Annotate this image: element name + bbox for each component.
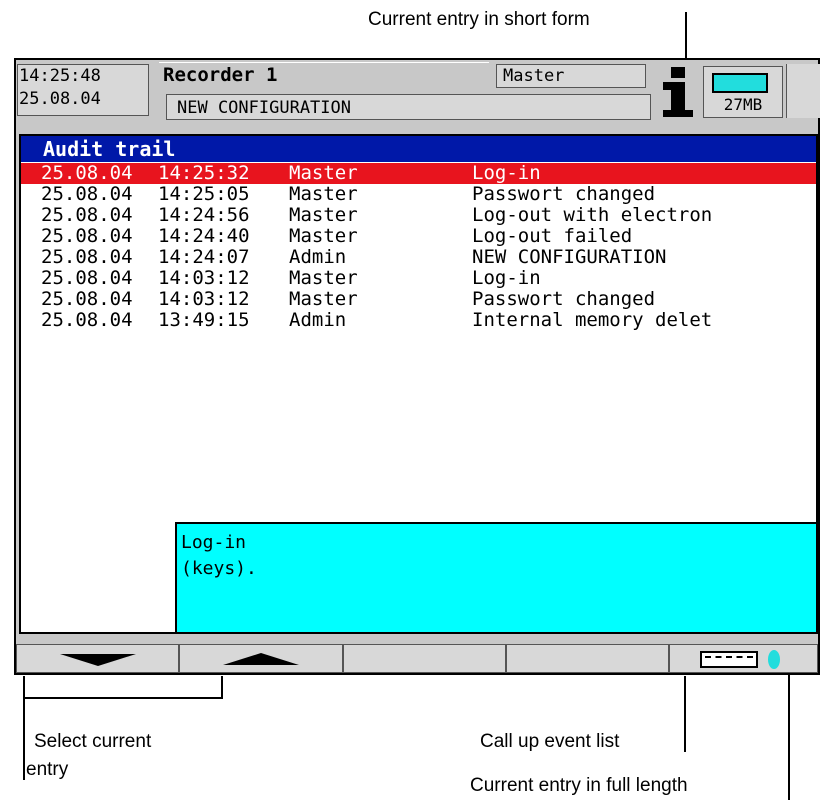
recorder-screen: 14:25:48 25.08.04 Recorder 1 Master NEW …: [14, 58, 820, 675]
audit-row-time: 14:03:12: [158, 267, 250, 289]
audit-row-user: Master: [289, 288, 358, 310]
audit-row-time: 14:24:07: [158, 246, 250, 268]
audit-row-time: 14:25:32: [158, 162, 250, 184]
audit-row-date: 25.08.04: [41, 246, 133, 268]
entry-detail-line2: (keys).: [181, 558, 257, 579]
arrow-down-icon: [59, 654, 136, 666]
audit-trail-list: 25.08.04 14:25:32 Master Log-in 25.08.04 14:2…: [21, 163, 816, 331]
logged-in-user: Master: [496, 64, 646, 88]
audit-row-text: Log-out failed: [472, 225, 633, 247]
callout-select-entry-2: entry: [26, 759, 69, 780]
callout-select-entry-1: Select current: [34, 731, 152, 752]
info-icon[interactable]: [657, 64, 703, 118]
clock-display: 14:25:48 25.08.04: [17, 64, 149, 116]
audit-row-user: Master: [289, 183, 358, 205]
audit-row[interactable]: 25.08.04 14:03:12 Master Log-in: [41, 268, 816, 289]
audit-row-time: 14:24:56: [158, 204, 250, 226]
audit-row-date: 25.08.04: [41, 162, 133, 184]
audit-row-time: 14:25:05: [158, 183, 250, 205]
softkey-4-button[interactable]: [506, 644, 669, 673]
memory-indicator: 27MB: [703, 66, 783, 118]
arrow-up-icon: [223, 653, 299, 665]
entry-detail-line1: Log-in: [181, 532, 247, 553]
audit-row-time: 13:49:15: [158, 309, 250, 331]
audit-row-text: Log-out with electron: [472, 204, 713, 226]
audit-row-user: Master: [289, 225, 358, 247]
audit-row-user: Admin: [289, 246, 347, 268]
memory-card-icon: [712, 73, 768, 93]
softkey-3-button[interactable]: [343, 644, 506, 673]
clock-date: 25.08.04: [19, 89, 101, 109]
softkey-up-button[interactable]: [179, 644, 343, 673]
entry-detail-panel: Log-in (keys).: [175, 522, 816, 632]
audit-row-text: Passwort changed: [472, 288, 656, 310]
audit-row-text: NEW CONFIGURATION: [472, 246, 667, 268]
callout-select-line-mid: [221, 676, 223, 698]
audit-row-time: 14:24:40: [158, 225, 250, 247]
audit-row-date: 25.08.04: [41, 183, 133, 205]
callout-event-list-line: [684, 676, 686, 752]
audit-row-text: Internal memory delet: [472, 309, 713, 331]
audit-row[interactable]: 25.08.04 14:24:40 Master Log-out failed: [41, 226, 816, 247]
audit-row[interactable]: 25.08.04 14:25:05 Master Passwort changed: [41, 184, 816, 205]
status-message: NEW CONFIGURATION: [166, 94, 651, 120]
callout-select-line-bar: [23, 697, 223, 699]
audit-row[interactable]: 25.08.04 14:24:56 Master Log-out with elect…: [41, 205, 816, 226]
audit-row-date: 25.08.04: [41, 204, 133, 226]
audit-row-user: Master: [289, 204, 358, 226]
audit-row[interactable]: 25.08.04 14:03:12 Master Passwort changed: [41, 289, 816, 310]
audit-row-date: 25.08.04: [41, 309, 133, 331]
audit-row-date: 25.08.04: [41, 225, 133, 247]
audit-row[interactable]: 25.08.04 13:49:15 Admin Internal memory del…: [41, 310, 816, 331]
audit-trail-title: Audit trail: [21, 136, 816, 162]
audit-row-time: 14:03:12: [158, 288, 250, 310]
header-right-cell: [786, 64, 820, 118]
audit-row[interactable]: 25.08.04 14:24:07 Admin NEW CONFIGURATION: [41, 247, 816, 268]
clock-time: 14:25:48: [19, 66, 101, 86]
audit-row-user: Master: [289, 162, 358, 184]
callout-select-line-left: [23, 676, 25, 780]
audit-trail-panel: Audit trail 25.08.04 14:25:32 Master Log-in…: [19, 134, 818, 634]
softkey-bar: [16, 644, 818, 673]
audit-row-user: Master: [289, 267, 358, 289]
audit-row-text: Log-in: [472, 267, 541, 289]
recorder-title: Recorder 1: [159, 62, 489, 88]
softkey-down-button[interactable]: [16, 644, 179, 673]
audit-row-text: Log-in: [472, 162, 541, 184]
memory-label: 27MB: [723, 95, 763, 114]
audit-row-date: 25.08.04: [41, 267, 133, 289]
callout-short-form: Current entry in short form: [368, 9, 590, 30]
callout-event-list: Call up event list: [480, 731, 620, 752]
event-list-icon: [700, 651, 758, 668]
audit-row[interactable]: 25.08.04 14:25:32 Master Log-in: [21, 163, 816, 184]
callout-full-length: Current entry in full length: [470, 775, 688, 796]
indicator-dot-icon: [768, 650, 780, 669]
audit-row-user: Admin: [289, 309, 347, 331]
softkey-event-list-button[interactable]: [669, 644, 818, 673]
audit-row-date: 25.08.04: [41, 288, 133, 310]
header-title-area: Recorder 1 Master: [159, 62, 649, 88]
audit-row-text: Passwort changed: [472, 183, 656, 205]
